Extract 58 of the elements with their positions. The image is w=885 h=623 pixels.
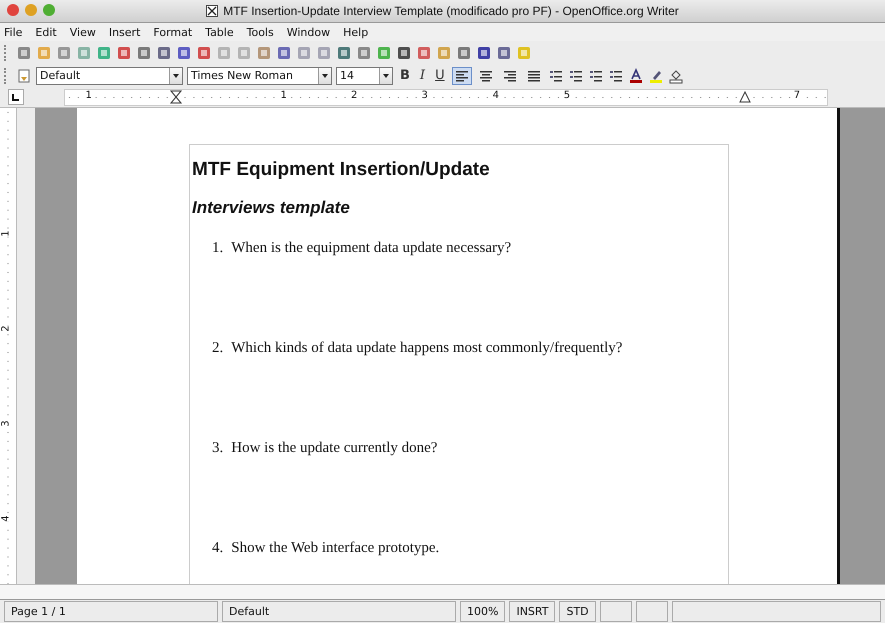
background-color-icon[interactable] [668, 68, 684, 84]
zoom-button[interactable] [43, 4, 55, 16]
list-number: 2. [212, 340, 224, 357]
menu-item[interactable]: Tools [246, 26, 274, 38]
right-indent-marker-icon[interactable] [739, 90, 751, 104]
font-size-dropdown[interactable]: 14 [336, 66, 393, 84]
font-name-dropdown[interactable]: Times New Roman [187, 66, 332, 84]
question-text: Which kinds of data update happens most commonly/frequently? [231, 340, 622, 357]
question-text: How is the update currently done? [231, 440, 438, 457]
horizontal-scrollbar[interactable] [0, 584, 885, 600]
question-text: Show the Web interface prototype. [231, 540, 440, 557]
menu-item[interactable]: Insert [108, 26, 140, 38]
list-number: 3. [212, 440, 224, 457]
insert-mode-indicator[interactable]: INSRT [509, 601, 556, 622]
menu-item[interactable]: Format [153, 26, 192, 38]
list-number: 4. [212, 540, 224, 557]
alignment-button[interactable] [452, 66, 472, 84]
document-subheading: Interviews template [192, 198, 351, 218]
menu-item[interactable]: File [4, 26, 22, 38]
ruler-number: 2 [350, 90, 358, 100]
ruler-number: 2 [0, 325, 12, 332]
styles-icon[interactable] [16, 68, 32, 84]
menu-item[interactable]: Window [286, 26, 330, 38]
paragraph-style-dropdown[interactable]: Default [36, 66, 183, 84]
ruler-number: 4 [492, 90, 500, 100]
font-color-icon[interactable] [628, 68, 644, 84]
page-indicator: Page 1 / 1 [4, 601, 218, 622]
menu-item[interactable]: Edit [35, 26, 57, 38]
selection-mode-indicator[interactable]: STD [559, 601, 596, 622]
indent-marker-icon[interactable] [170, 90, 182, 104]
align-lines-icon [526, 70, 541, 82]
status-field [600, 601, 632, 622]
document-heading: MTF Equipment Insertion/Update [192, 159, 491, 181]
menu-item[interactable]: View [70, 26, 96, 38]
close-button[interactable] [7, 4, 19, 16]
bold-button[interactable]: B [397, 68, 413, 83]
page-style-label: Default [222, 601, 456, 622]
list-number: 1. [212, 240, 224, 257]
question-text: When is the equipment data update necessary? [231, 240, 512, 257]
ruler-number: 3 [0, 420, 12, 427]
italic-button[interactable]: I [416, 68, 428, 83]
align-lines-icon [454, 70, 469, 82]
status-field [636, 601, 668, 622]
document-icon [206, 5, 218, 17]
ruler-number: 1 [279, 90, 288, 100]
tab-stop-icon[interactable] [8, 89, 24, 105]
ruler-number: 7 [792, 90, 802, 100]
align-lines-icon [502, 70, 517, 82]
ruler-number: 4 [0, 515, 12, 522]
ruler-number: 5 [562, 90, 572, 100]
underline-button[interactable]: U [432, 68, 448, 83]
ruler-number: 3 [420, 90, 429, 100]
menu-item[interactable]: Help [343, 26, 368, 38]
menu-item[interactable]: Table [205, 26, 234, 38]
window-title: MTF Insertion-Update Interview Template (modificado pro PF) - OpenOffice.org Writer [223, 4, 679, 18]
ruler-number: 1 [84, 90, 93, 100]
zoom-indicator[interactable]: 100% [460, 601, 506, 622]
align-lines-icon [478, 70, 493, 82]
